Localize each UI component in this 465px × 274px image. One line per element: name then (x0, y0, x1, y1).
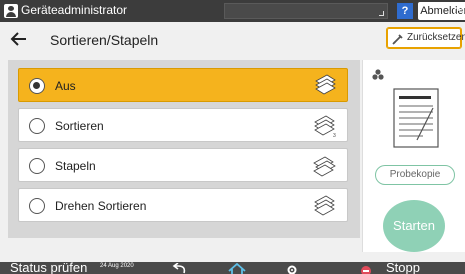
gear-icon[interactable] (285, 262, 299, 274)
reset-icon (392, 32, 404, 45)
stop-icon[interactable] (360, 263, 372, 274)
color-icon (371, 68, 385, 82)
title-row: Sortieren/Stapeln Zurücksetzen (0, 22, 465, 58)
reset-button[interactable]: Zurücksetzen (386, 27, 465, 49)
option-drehen-sortieren[interactable]: Drehen Sortieren (18, 188, 348, 222)
bottom-bar: Status prüfen 24 Aug 2020 Stopp (0, 262, 465, 274)
svg-text:3: 3 (333, 133, 336, 139)
document-preview-icon (393, 88, 439, 148)
preview-panel: Probekopie Starten (362, 60, 465, 252)
user-icon (4, 4, 18, 18)
radio-button (29, 78, 45, 94)
option-stapeln[interactable]: Stapeln (18, 148, 348, 182)
start-button[interactable]: Starten (383, 200, 445, 252)
sort-icon: 3 (313, 113, 337, 139)
option-label: Aus (55, 79, 76, 93)
rotate-sort-icon (313, 193, 337, 219)
reset-label: Zurücksetzen (407, 32, 465, 43)
radio-button (29, 158, 45, 174)
date-display: 24 Aug 2020 (100, 263, 134, 269)
stack-icon (313, 73, 337, 99)
sample-copy-button[interactable]: Probekopie (375, 165, 455, 185)
option-sortieren[interactable]: Sortieren 3 (18, 108, 348, 142)
home-icon[interactable] (225, 262, 249, 274)
status-check-button[interactable]: Status prüfen (10, 262, 87, 274)
radio-button (29, 198, 45, 214)
option-label: Sortieren (55, 119, 104, 133)
undo-icon[interactable] (170, 262, 190, 274)
power-icon[interactable] (453, 4, 465, 18)
stop-button[interactable]: Stopp (386, 262, 420, 274)
option-aus[interactable]: Aus (18, 68, 348, 102)
option-label: Stapeln (55, 159, 96, 173)
status-field[interactable] (224, 3, 388, 19)
back-arrow-icon[interactable] (8, 28, 30, 50)
radio-button (29, 118, 45, 134)
user-name: Geräteadministrator (21, 3, 128, 17)
help-button[interactable]: ? (397, 3, 413, 19)
top-bar: Geräteadministrator ? Abmelden (0, 0, 465, 22)
page-title: Sortieren/Stapeln (50, 32, 159, 48)
options-panel: Aus Sortieren 3 Stapeln Drehen Sortieren (8, 60, 360, 238)
stack-offset-icon (313, 153, 337, 179)
option-label: Drehen Sortieren (55, 199, 147, 213)
